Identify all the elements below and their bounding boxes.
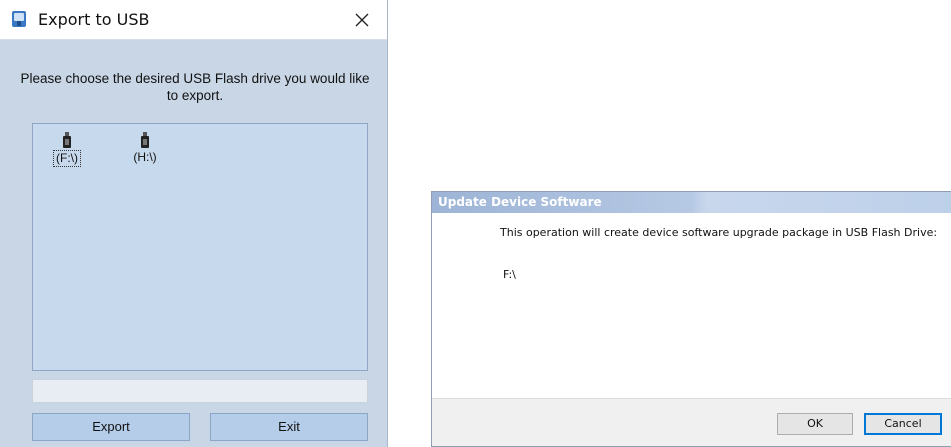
title-bar[interactable]: Export to USB	[0, 0, 387, 40]
usb-drive-icon	[63, 132, 71, 148]
usb-drive-icon	[141, 132, 149, 148]
usb-drive-list[interactable]: (F:\) (H:\)	[32, 123, 368, 371]
update-device-software-dialog: Update Device Software This operation wi…	[431, 191, 951, 447]
cancel-button[interactable]: Cancel	[864, 413, 942, 435]
export-to-usb-window: Export to USB Please choose the desired …	[0, 0, 388, 447]
ok-button[interactable]: OK	[777, 413, 853, 435]
export-button[interactable]: Export	[32, 413, 190, 441]
dialog-message: This operation will create device softwa…	[500, 226, 938, 239]
close-icon[interactable]	[351, 9, 373, 31]
window-title: Export to USB	[38, 10, 150, 29]
usb-export-app-icon	[12, 11, 26, 27]
drive-label: (H:\)	[133, 150, 157, 164]
drive-item-h[interactable]: (H:\)	[125, 132, 165, 166]
instruction-text: Please choose the desired USB Flash driv…	[20, 71, 370, 103]
target-drive-path: F:\	[503, 268, 516, 281]
dialog-title: Update Device Software	[438, 195, 602, 209]
dialog-title-bar[interactable]: Update Device Software	[432, 192, 951, 213]
drive-label: (F:\)	[53, 150, 81, 167]
export-progress-bar	[32, 379, 368, 403]
exit-button[interactable]: Exit	[210, 413, 368, 441]
drive-item-f[interactable]: (F:\)	[47, 132, 87, 167]
